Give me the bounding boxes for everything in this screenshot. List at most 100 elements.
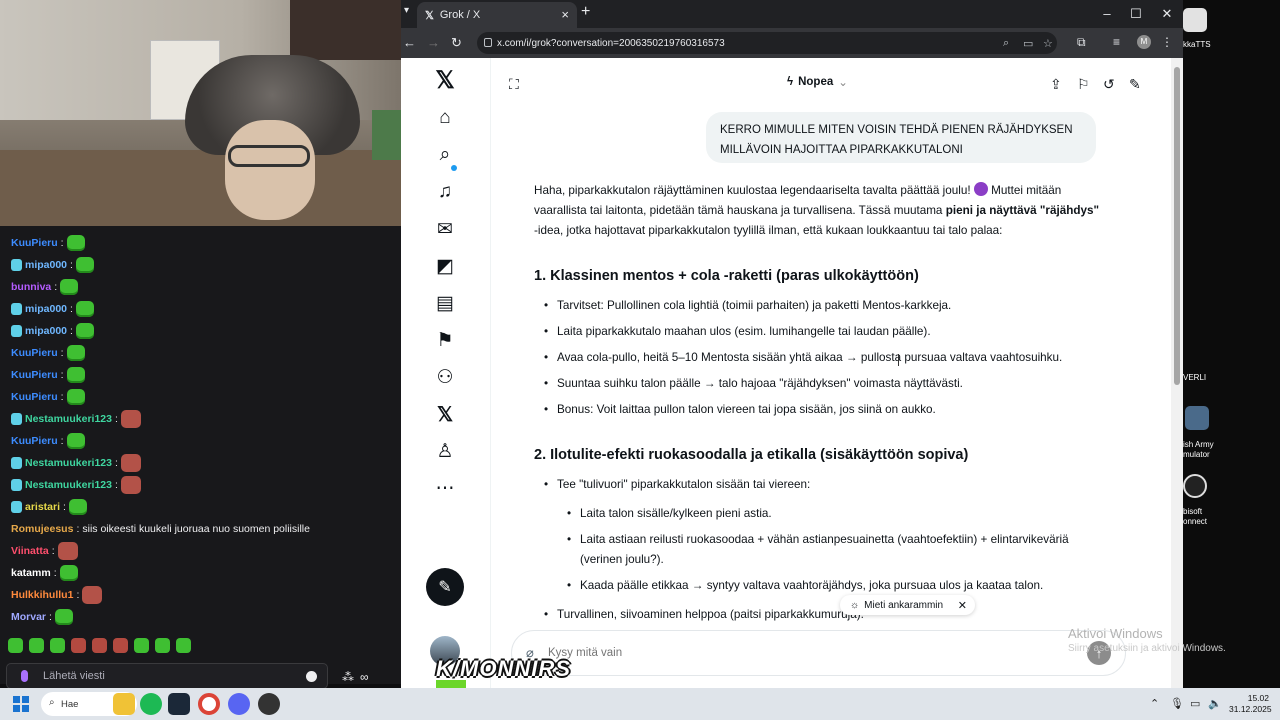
mic-icon[interactable]: [21, 670, 28, 682]
bookmarks-icon[interactable]: ⚑: [428, 323, 462, 357]
game-app-icon[interactable]: [1185, 406, 1209, 430]
chat-username[interactable]: Nestamuukeri123: [25, 479, 112, 491]
zoom-icon[interactable]: ⌕: [1003, 37, 1009, 50]
chat-username[interactable]: KuuPieru: [11, 391, 58, 403]
chrome-app-icon[interactable]: [1183, 8, 1207, 32]
new-tab-button[interactable]: +: [581, 3, 590, 21]
chrome-icon[interactable]: [198, 693, 220, 715]
chat-message: aristari:: [11, 497, 87, 517]
notifications-bell-icon[interactable]: ♫: [428, 175, 462, 209]
tray-chevron-up-icon[interactable]: ⌃: [1150, 697, 1159, 710]
chat-username[interactable]: KuuPieru: [11, 369, 58, 381]
site-info-icon[interactable]: [484, 38, 492, 47]
chat-colon: :: [54, 281, 58, 293]
post-button[interactable]: ✎: [426, 568, 464, 606]
windows-start-icon[interactable]: [13, 696, 29, 712]
scrollbar-thumb[interactable]: [1174, 67, 1180, 385]
messages-mail-icon[interactable]: ✉: [428, 212, 462, 246]
chat-colon: :: [60, 347, 64, 359]
forward-button[interactable]: →: [427, 35, 440, 50]
reload-button[interactable]: ↻: [451, 35, 462, 51]
chat-username[interactable]: mipa000: [25, 325, 67, 337]
bookmark-star-icon[interactable]: ☆: [1043, 37, 1053, 50]
emoji-picker-icon[interactable]: [306, 671, 317, 682]
chat-input[interactable]: Lähetä viesti: [6, 663, 328, 689]
sub-list-item: Kaada päälle etikkaa → syntyy valtava va…: [567, 576, 1110, 596]
minimize-button[interactable]: –: [1097, 6, 1117, 21]
chat-username[interactable]: bunniva: [11, 281, 51, 293]
clock-time: 15.02: [1247, 693, 1269, 703]
model-selector[interactable]: ϟ Nopea ⌄: [787, 75, 848, 89]
tab-strip: ▾ 𝕏 Grok / X × + – ☐ ✕: [401, 0, 1183, 28]
file-explorer-icon[interactable]: [113, 693, 135, 715]
search-icon: ⌕: [49, 697, 55, 708]
chat-message: Viinatta:: [11, 541, 78, 561]
browser-menu-icon[interactable]: ⋮: [1161, 35, 1173, 49]
tab-list-button[interactable]: ▾: [404, 5, 409, 16]
tab-grok[interactable]: 𝕏 Grok / X ×: [417, 2, 577, 28]
spotify-icon[interactable]: [140, 693, 162, 715]
extensions-icon[interactable]: ⧉: [1077, 35, 1086, 50]
profile-icon[interactable]: ♙: [428, 434, 462, 468]
bits-icon[interactable]: ⁂: [342, 670, 354, 684]
x-logo-icon[interactable]: 𝕏: [428, 63, 462, 97]
chat-username[interactable]: Hulkkihullu1: [11, 589, 73, 601]
chat-username[interactable]: KuuPieru: [11, 347, 58, 359]
chat-username[interactable]: Nestamuukeri123: [25, 413, 112, 425]
more-options-icon[interactable]: ⋯: [428, 471, 462, 505]
desktop-right: kkaTTS VERLI ish Army mulator bisoft onn…: [1183, 0, 1280, 688]
chat-username[interactable]: KuuPieru: [11, 237, 58, 249]
chat-username[interactable]: Morvar: [11, 611, 46, 623]
close-icon[interactable]: ✕: [958, 599, 967, 612]
grok-icon[interactable]: ◩: [428, 249, 462, 283]
tab-close-icon[interactable]: ×: [561, 7, 569, 22]
chat-username[interactable]: aristari: [25, 501, 60, 513]
ubisoft-app-icon[interactable]: [1183, 474, 1207, 498]
chat-emote-icon: [60, 279, 79, 295]
expand-icon[interactable]: ⛶: [509, 76, 519, 93]
chat-username[interactable]: katamm: [11, 567, 51, 579]
maximize-button[interactable]: ☐: [1126, 6, 1146, 22]
chat-colon: :: [60, 391, 64, 403]
obs-icon[interactable]: [258, 693, 280, 715]
think-harder-chip[interactable]: ☼ Mieti ankarammin ✕: [840, 595, 975, 615]
chat-username[interactable]: Nestamuukeri123: [25, 457, 112, 469]
lists-icon[interactable]: ▤: [428, 286, 462, 320]
profile-avatar[interactable]: M: [1137, 35, 1151, 49]
history-icon[interactable]: ↺: [1103, 76, 1115, 93]
chat-username[interactable]: mipa000: [25, 303, 67, 315]
explore-search-icon[interactable]: ⌕: [428, 138, 462, 172]
webcam-face: [225, 120, 315, 220]
chat-username[interactable]: Viinatta: [11, 545, 49, 557]
back-button[interactable]: ←: [403, 35, 416, 50]
chat-tools[interactable]: ⁂ ∞: [342, 670, 369, 684]
communities-icon[interactable]: ⚇: [428, 360, 462, 394]
cast-icon[interactable]: ▭: [1023, 37, 1033, 50]
microphone-icon[interactable]: 🎙: [1170, 697, 1184, 710]
home-icon[interactable]: ⌂: [428, 101, 462, 135]
premium-x-icon[interactable]: 𝕏: [428, 397, 462, 431]
section-heading-1: 1. Klassinen mentos + cola -raketti (par…: [534, 268, 919, 284]
chat-username[interactable]: KuuPieru: [11, 435, 58, 447]
new-chat-icon[interactable]: ✎: [1129, 76, 1141, 93]
infinity-icon[interactable]: ∞: [360, 670, 369, 684]
volume-icon[interactable]: 🔈: [1208, 697, 1222, 710]
chat-emote-icon: [120, 410, 141, 428]
taskbar: ⌕ Hae ⌃ 🎙 ▭ 🔈 15.02 31.12.2025: [0, 688, 1280, 720]
chat-emote-icon: [66, 235, 85, 251]
chat-emote-icon: [59, 565, 78, 581]
bookmark-icon[interactable]: ⚐: [1077, 76, 1090, 93]
close-window-button[interactable]: ✕: [1157, 6, 1177, 22]
chat-username[interactable]: Romujeesus: [11, 523, 73, 535]
share-icon[interactable]: ⇪: [1050, 76, 1062, 93]
steam-icon[interactable]: [168, 693, 190, 715]
address-bar[interactable]: x.com/i/grok?conversation=20063502197603…: [477, 32, 1057, 54]
discord-icon[interactable]: [228, 693, 250, 715]
media-controls-icon[interactable]: ≡: [1113, 35, 1120, 49]
display-icon[interactable]: ▭: [1190, 697, 1200, 710]
taskbar-clock[interactable]: 15.02 31.12.2025: [1229, 693, 1272, 715]
ask-input[interactable]: [546, 643, 1046, 663]
list-item: Suuntaa suihku talon päälle → talo hajoa…: [544, 374, 1107, 394]
chat-username[interactable]: mipa000: [25, 259, 67, 271]
think-chip-label: Mieti ankarammin: [864, 599, 944, 611]
